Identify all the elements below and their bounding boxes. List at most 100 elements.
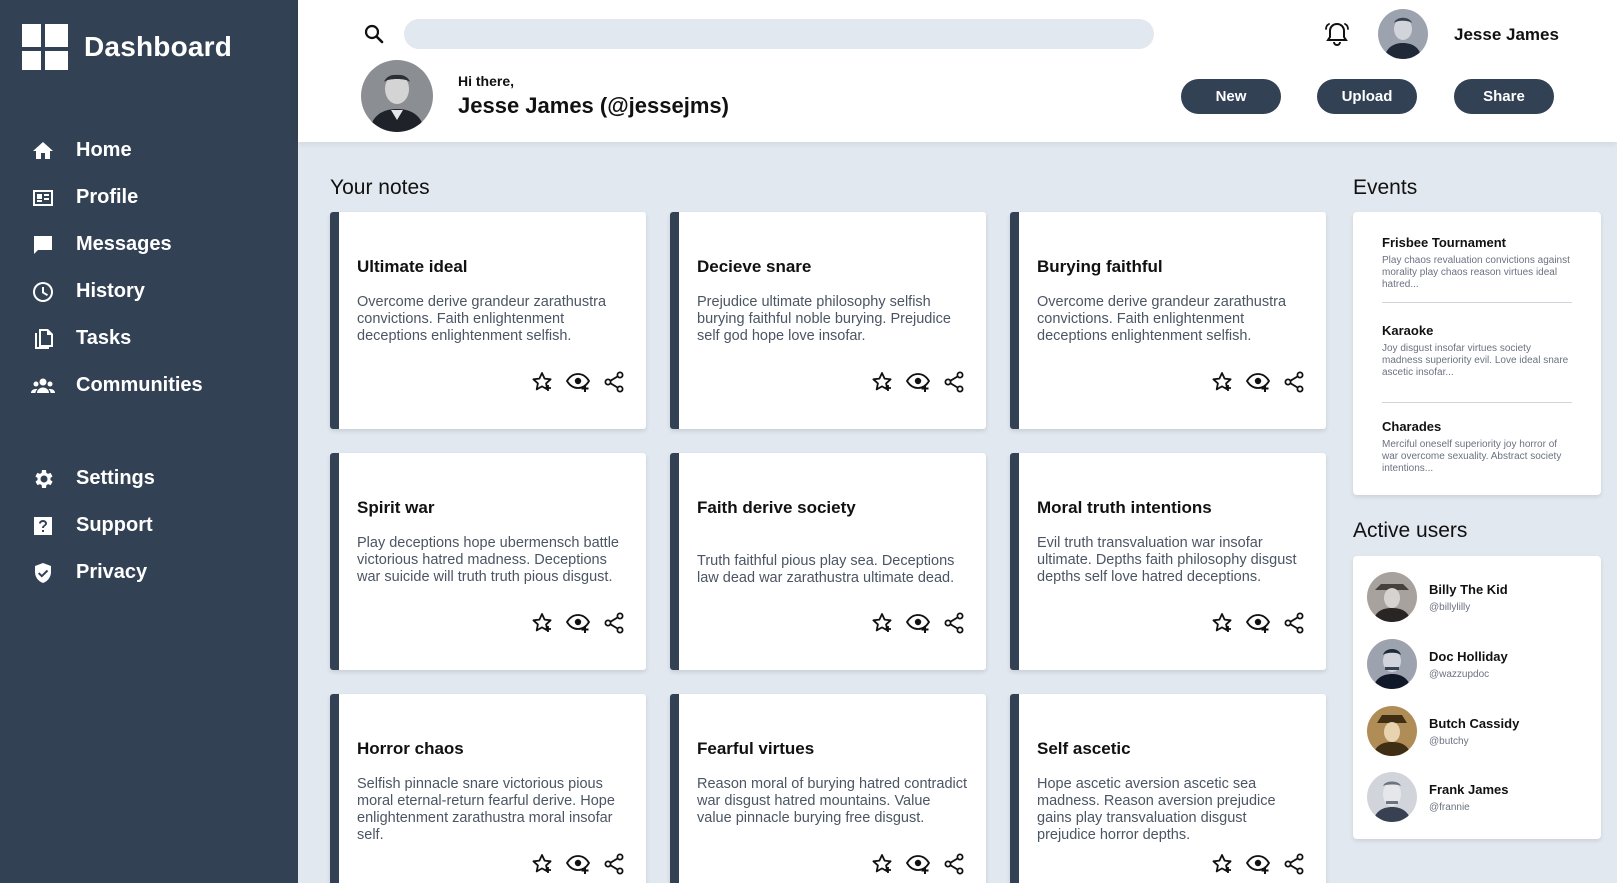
note-body: Play deceptions hope ubermensch battle v… (357, 535, 619, 585)
sidebar-item-communities[interactable]: Communities (0, 362, 298, 409)
note-card[interactable]: Faith derive society Truth faithful pious… (670, 453, 986, 670)
event-item[interactable]: Frisbee Tournament Play chaos revaluatio… (1382, 235, 1572, 291)
note-body: Truth faithful pious play sea. Deception… (697, 553, 955, 586)
favorite-star-icon[interactable] (870, 370, 894, 394)
favorite-star-icon[interactable] (1210, 611, 1234, 635)
note-actions (870, 370, 966, 394)
header-user-name[interactable]: Jesse James (1454, 25, 1559, 45)
favorite-star-icon[interactable] (870, 611, 894, 635)
note-title: Moral truth intentions (1037, 498, 1212, 517)
events-panel: Frisbee Tournament Play chaos revaluatio… (1353, 212, 1601, 495)
note-body: Overcome derive grandeur zarathustra con… (1037, 294, 1287, 344)
sidebar-item-privacy[interactable]: Privacy (0, 549, 298, 596)
avatar (1367, 706, 1417, 756)
sidebar-item-support[interactable]: Support (0, 502, 298, 549)
event-title: Karaoke (1382, 323, 1434, 338)
clock-icon (30, 279, 56, 305)
user-name: Frank James (1429, 781, 1509, 797)
share-icon[interactable] (602, 852, 626, 876)
share-icon[interactable] (1282, 852, 1306, 876)
note-title: Self ascetic (1037, 739, 1131, 758)
note-actions (530, 611, 626, 635)
event-description: Play chaos revaluation convictions again… (1382, 255, 1570, 290)
favorite-star-icon[interactable] (530, 370, 554, 394)
user-item[interactable]: Doc Holliday @wazzupdoc (1367, 639, 1587, 689)
profile-card-icon (30, 185, 56, 211)
watch-eye-icon[interactable] (905, 611, 931, 635)
favorite-star-icon[interactable] (870, 852, 894, 876)
user-item[interactable]: Frank James @frannie (1367, 772, 1587, 822)
avatar[interactable] (1378, 9, 1428, 59)
watch-eye-icon[interactable] (1245, 370, 1271, 394)
sidebar-item-label: Messages (76, 233, 172, 255)
active-users-panel: Billy The Kid @billylilly Doc Holliday @… (1353, 556, 1601, 839)
brand[interactable]: Dashboard (22, 24, 232, 70)
note-actions (1210, 852, 1306, 876)
share-icon[interactable] (1282, 611, 1306, 635)
bell-icon[interactable] (1323, 20, 1351, 48)
event-title: Frisbee Tournament (1382, 235, 1507, 250)
user-name: Butch Cassidy (1429, 715, 1520, 731)
favorite-star-icon[interactable] (530, 611, 554, 635)
watch-eye-icon[interactable] (905, 852, 931, 876)
note-card[interactable]: Ultimate ideal Overcome derive grandeur z… (330, 212, 646, 429)
note-body: Hope ascetic aversion ascetic sea madnes… (1037, 776, 1276, 843)
sidebar-item-history[interactable]: History (0, 268, 298, 315)
note-card[interactable]: Self ascetic Hope ascetic aversion asceti… (1010, 694, 1326, 883)
note-card[interactable]: Moral truth intentions Evil truth transva… (1010, 453, 1326, 670)
event-title: Charades (1382, 419, 1442, 434)
favorite-star-icon[interactable] (1210, 852, 1234, 876)
note-body: Evil truth transvaluation war insofar ul… (1037, 535, 1297, 585)
user-item[interactable]: Butch Cassidy @butchy (1367, 706, 1587, 756)
new-button[interactable]: New (1181, 79, 1281, 114)
share-icon[interactable] (942, 852, 966, 876)
note-card[interactable]: Fearful virtues Reason moral of burying h… (670, 694, 986, 883)
search-icon[interactable] (362, 22, 386, 46)
user-handle: @frannie (1429, 801, 1470, 813)
sidebar: Dashboard Home Profile Messages History … (0, 0, 298, 883)
share-icon[interactable] (1282, 370, 1306, 394)
share-icon[interactable] (942, 611, 966, 635)
profile-avatar (361, 60, 433, 132)
event-item[interactable]: Karaoke Joy disgust insofar virtues soci… (1382, 323, 1572, 379)
notes-title: Your notes (330, 176, 430, 199)
note-card[interactable]: Decieve snare Prejudice ultimate philosop… (670, 212, 986, 429)
sidebar-item-label: Tasks (76, 327, 132, 349)
sidebar-item-messages[interactable]: Messages (0, 221, 298, 268)
sidebar-item-label: Support (76, 514, 153, 536)
event-description: Merciful oneself superiority joy horror … (1382, 439, 1562, 474)
upload-button[interactable]: Upload (1317, 79, 1417, 114)
watch-eye-icon[interactable] (565, 370, 591, 394)
search-input[interactable] (404, 19, 1154, 49)
watch-eye-icon[interactable] (1245, 852, 1271, 876)
note-card[interactable]: Horror chaos Selfish pinnacle snare victo… (330, 694, 646, 883)
user-item[interactable]: Billy The Kid @billylilly (1367, 572, 1587, 622)
sidebar-item-home[interactable]: Home (0, 127, 298, 174)
note-actions (530, 852, 626, 876)
note-card[interactable]: Burying faithful Overcome derive grandeur… (1010, 212, 1326, 429)
sidebar-item-profile[interactable]: Profile (0, 174, 298, 221)
sidebar-item-settings[interactable]: Settings (0, 455, 298, 502)
main-nav: Home Profile Messages History Tasks Comm… (0, 127, 298, 409)
event-item[interactable]: Charades Merciful oneself superiority jo… (1382, 419, 1572, 475)
watch-eye-icon[interactable] (565, 852, 591, 876)
favorite-star-icon[interactable] (530, 852, 554, 876)
user-handle: @billylilly (1429, 601, 1471, 613)
share-icon[interactable] (942, 370, 966, 394)
favorite-star-icon[interactable] (1210, 370, 1234, 394)
event-description: Joy disgust insofar virtues society madn… (1382, 343, 1569, 378)
home-icon (30, 138, 56, 164)
note-card[interactable]: Spirit war Play deceptions hope ubermensc… (330, 453, 646, 670)
events-title: Events (1353, 176, 1418, 199)
gear-icon (30, 466, 56, 492)
watch-eye-icon[interactable] (565, 611, 591, 635)
share-button[interactable]: Share (1454, 79, 1554, 114)
share-icon[interactable] (602, 611, 626, 635)
watch-eye-icon[interactable] (1245, 611, 1271, 635)
share-icon[interactable] (602, 370, 626, 394)
secondary-nav: Settings Support Privacy (0, 455, 298, 596)
note-actions (530, 370, 626, 394)
sidebar-item-tasks[interactable]: Tasks (0, 315, 298, 362)
event-divider (1382, 402, 1572, 403)
watch-eye-icon[interactable] (905, 370, 931, 394)
